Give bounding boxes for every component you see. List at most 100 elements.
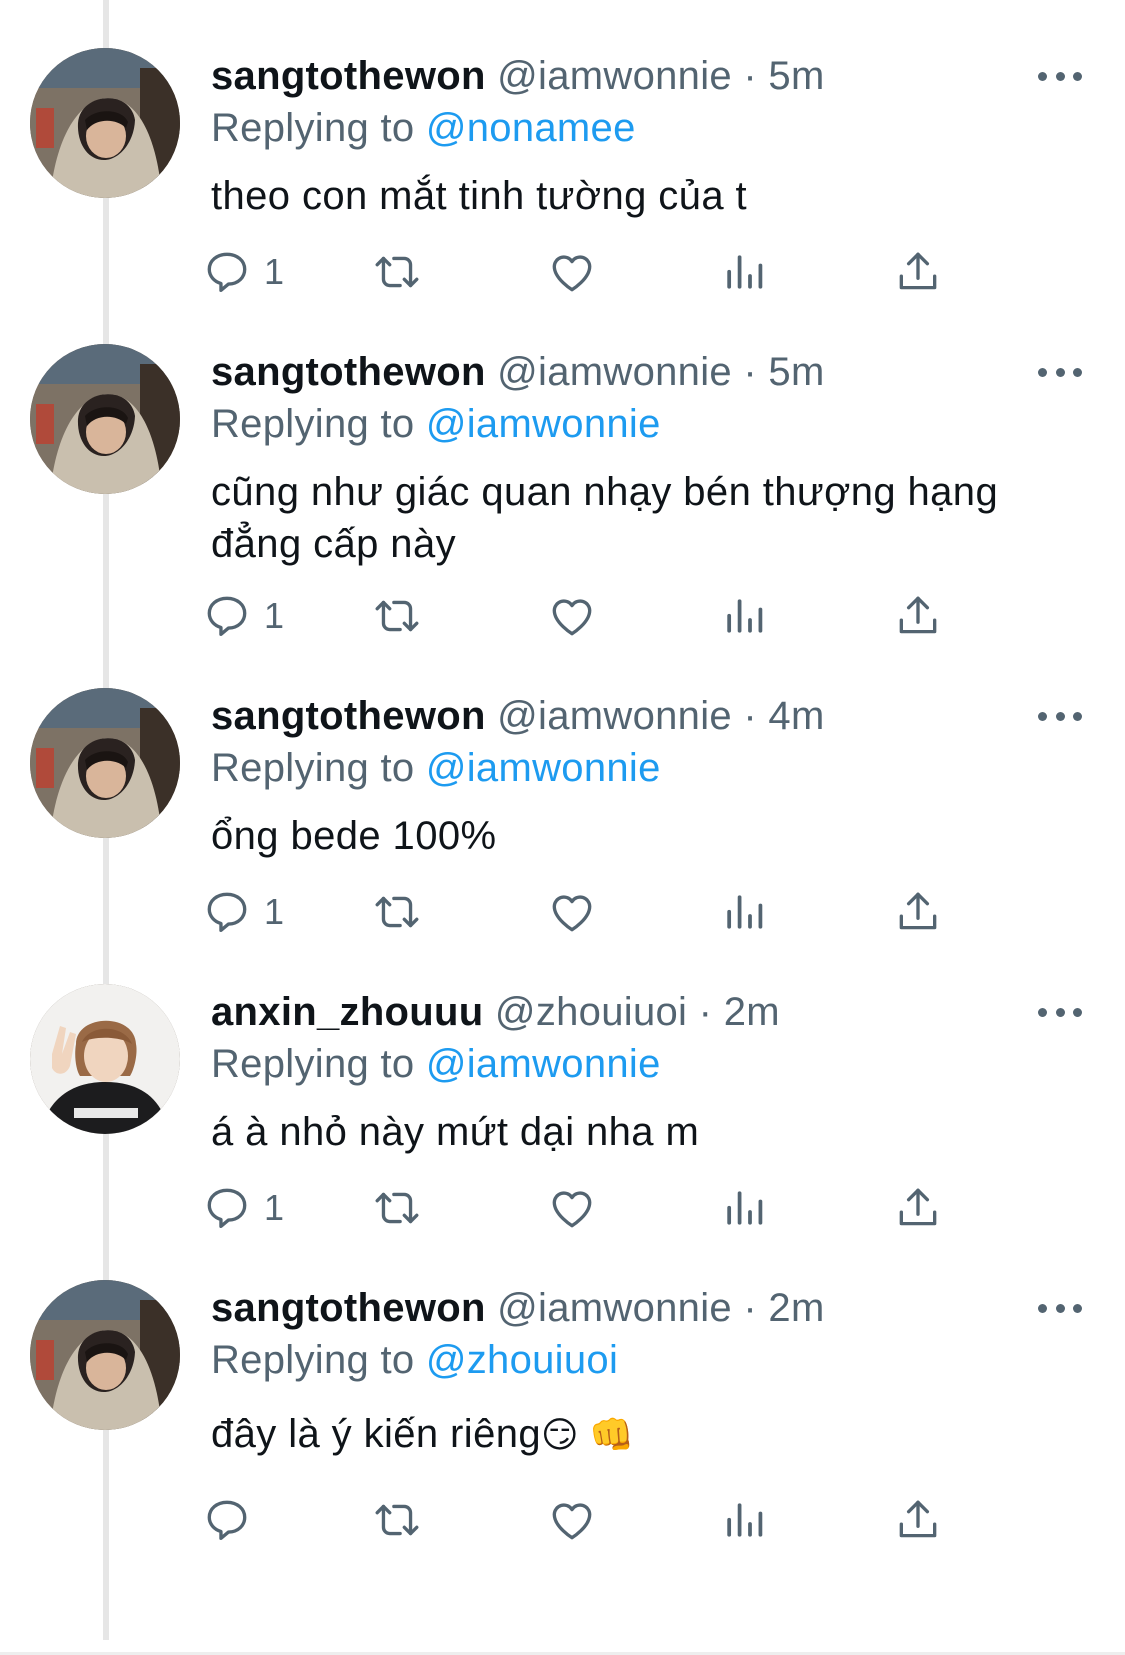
timestamp[interactable]: 5m bbox=[768, 350, 824, 394]
reply-count: 1 bbox=[264, 1187, 285, 1228]
action-bar bbox=[0, 1490, 1125, 1550]
like-button[interactable] bbox=[547, 1490, 597, 1550]
share-button[interactable] bbox=[893, 1490, 943, 1550]
display-name[interactable]: sangtothewon bbox=[211, 694, 486, 738]
separator-dot: · bbox=[743, 350, 757, 394]
share-button[interactable] bbox=[893, 1178, 943, 1238]
more-icon[interactable] bbox=[1038, 354, 1082, 390]
user-handle[interactable]: @iamwonnie bbox=[497, 694, 732, 738]
replying-to-handle[interactable]: @iamwonnie bbox=[426, 746, 661, 790]
views-button[interactable] bbox=[720, 242, 770, 302]
user-handle[interactable]: @zhouiuoi bbox=[495, 990, 687, 1034]
tweet-text: đây là ý kiến riêng😏 👊 bbox=[211, 1408, 1071, 1461]
tweet-header: sangtothewon @iamwonnie · 2m bbox=[211, 1284, 825, 1332]
heart-icon bbox=[547, 591, 597, 641]
tweet-text: á à nhỏ này mứt dại nha m bbox=[211, 1110, 700, 1154]
tweet-text: cũng như giác quan nhạy bén thượng hạng … bbox=[211, 470, 999, 566]
views-button[interactable] bbox=[720, 882, 770, 942]
avatar[interactable] bbox=[30, 984, 180, 1134]
timestamp[interactable]: 5m bbox=[768, 54, 824, 98]
replying-to-handle[interactable]: @zhouiuoi bbox=[426, 1338, 618, 1382]
retweet-button[interactable] bbox=[372, 882, 422, 942]
more-icon[interactable] bbox=[1038, 1290, 1082, 1326]
timestamp[interactable]: 2m bbox=[768, 1286, 824, 1330]
share-icon bbox=[893, 247, 943, 297]
heart-icon bbox=[547, 1183, 597, 1233]
action-bar: 1 bbox=[0, 1178, 1125, 1238]
retweet-icon bbox=[372, 591, 422, 641]
retweet-button[interactable] bbox=[372, 1178, 422, 1238]
tweet-text: theo con mắt tinh tường của t bbox=[211, 174, 748, 218]
avatar[interactable] bbox=[30, 344, 180, 494]
like-button[interactable] bbox=[547, 586, 597, 646]
views-icon bbox=[720, 247, 770, 297]
reply-count: 1 bbox=[264, 595, 285, 636]
reply-icon bbox=[202, 887, 252, 937]
replying-to-label: Replying to bbox=[211, 746, 415, 790]
separator-dot: · bbox=[743, 54, 757, 98]
reply-count: 1 bbox=[264, 891, 285, 932]
timestamp[interactable]: 2m bbox=[724, 990, 780, 1034]
like-button[interactable] bbox=[547, 242, 597, 302]
reply-button[interactable] bbox=[202, 1490, 252, 1550]
action-bar: 1 bbox=[0, 586, 1125, 646]
share-icon bbox=[893, 1183, 943, 1233]
avatar[interactable] bbox=[30, 1280, 180, 1430]
reply-button[interactable]: 1 bbox=[202, 882, 284, 942]
retweet-button[interactable] bbox=[372, 586, 422, 646]
display-name[interactable]: sangtothewon bbox=[211, 350, 486, 394]
retweet-icon bbox=[372, 887, 422, 937]
avatar[interactable] bbox=[30, 688, 180, 838]
more-icon[interactable] bbox=[1038, 994, 1082, 1030]
display-name[interactable]: sangtothewon bbox=[211, 54, 486, 98]
share-button[interactable] bbox=[893, 242, 943, 302]
user-handle[interactable]: @iamwonnie bbox=[497, 350, 732, 394]
display-name[interactable]: sangtothewon bbox=[211, 1286, 486, 1330]
replying-to-handle[interactable]: @iamwonnie bbox=[426, 402, 661, 446]
timestamp[interactable]: 4m bbox=[768, 694, 824, 738]
reply-button[interactable]: 1 bbox=[202, 1178, 284, 1238]
more-icon[interactable] bbox=[1038, 698, 1082, 734]
views-icon bbox=[720, 1495, 770, 1545]
tweet-header: sangtothewon @iamwonnie · 5m bbox=[211, 348, 825, 396]
more-icon[interactable] bbox=[1038, 58, 1082, 94]
replying-to-label: Replying to bbox=[211, 106, 415, 150]
tweet-header: anxin_zhouuu @zhouiuoi · 2m bbox=[211, 988, 780, 1036]
views-button[interactable] bbox=[720, 1490, 770, 1550]
heart-icon bbox=[547, 247, 597, 297]
like-button[interactable] bbox=[547, 1178, 597, 1238]
replying-to-handle[interactable]: @iamwonnie bbox=[426, 1042, 661, 1086]
like-button[interactable] bbox=[547, 882, 597, 942]
user-handle[interactable]: @iamwonnie bbox=[497, 1286, 732, 1330]
separator-dot: · bbox=[743, 694, 757, 738]
replying-to-label: Replying to bbox=[211, 402, 415, 446]
share-icon bbox=[893, 1495, 943, 1545]
share-button[interactable] bbox=[893, 586, 943, 646]
action-bar: 1 bbox=[0, 242, 1125, 302]
replying-to-label: Replying to bbox=[211, 1042, 415, 1086]
views-button[interactable] bbox=[720, 586, 770, 646]
retweet-icon bbox=[372, 1495, 422, 1545]
replying-to-line: Replying to @iamwonnie bbox=[211, 1040, 661, 1088]
replying-to-line: Replying to @zhouiuoi bbox=[211, 1336, 618, 1384]
separator-dot: · bbox=[743, 1286, 757, 1330]
share-icon bbox=[893, 887, 943, 937]
display-name[interactable]: anxin_zhouuu bbox=[211, 990, 484, 1034]
retweet-button[interactable] bbox=[372, 242, 422, 302]
separator-dot: · bbox=[698, 990, 713, 1034]
share-icon bbox=[893, 591, 943, 641]
replying-to-line: Replying to @nonamee bbox=[211, 104, 636, 152]
views-icon bbox=[720, 887, 770, 937]
reply-button[interactable]: 1 bbox=[202, 586, 284, 646]
action-bar: 1 bbox=[0, 882, 1125, 942]
replying-to-handle[interactable]: @nonamee bbox=[426, 106, 636, 150]
reply-icon bbox=[202, 591, 252, 641]
retweet-button[interactable] bbox=[372, 1490, 422, 1550]
reply-button[interactable]: 1 bbox=[202, 242, 284, 302]
share-button[interactable] bbox=[893, 882, 943, 942]
user-handle[interactable]: @iamwonnie bbox=[497, 54, 732, 98]
views-icon bbox=[720, 591, 770, 641]
tweet-header: sangtothewon @iamwonnie · 4m bbox=[211, 692, 825, 740]
avatar[interactable] bbox=[30, 48, 180, 198]
views-button[interactable] bbox=[720, 1178, 770, 1238]
